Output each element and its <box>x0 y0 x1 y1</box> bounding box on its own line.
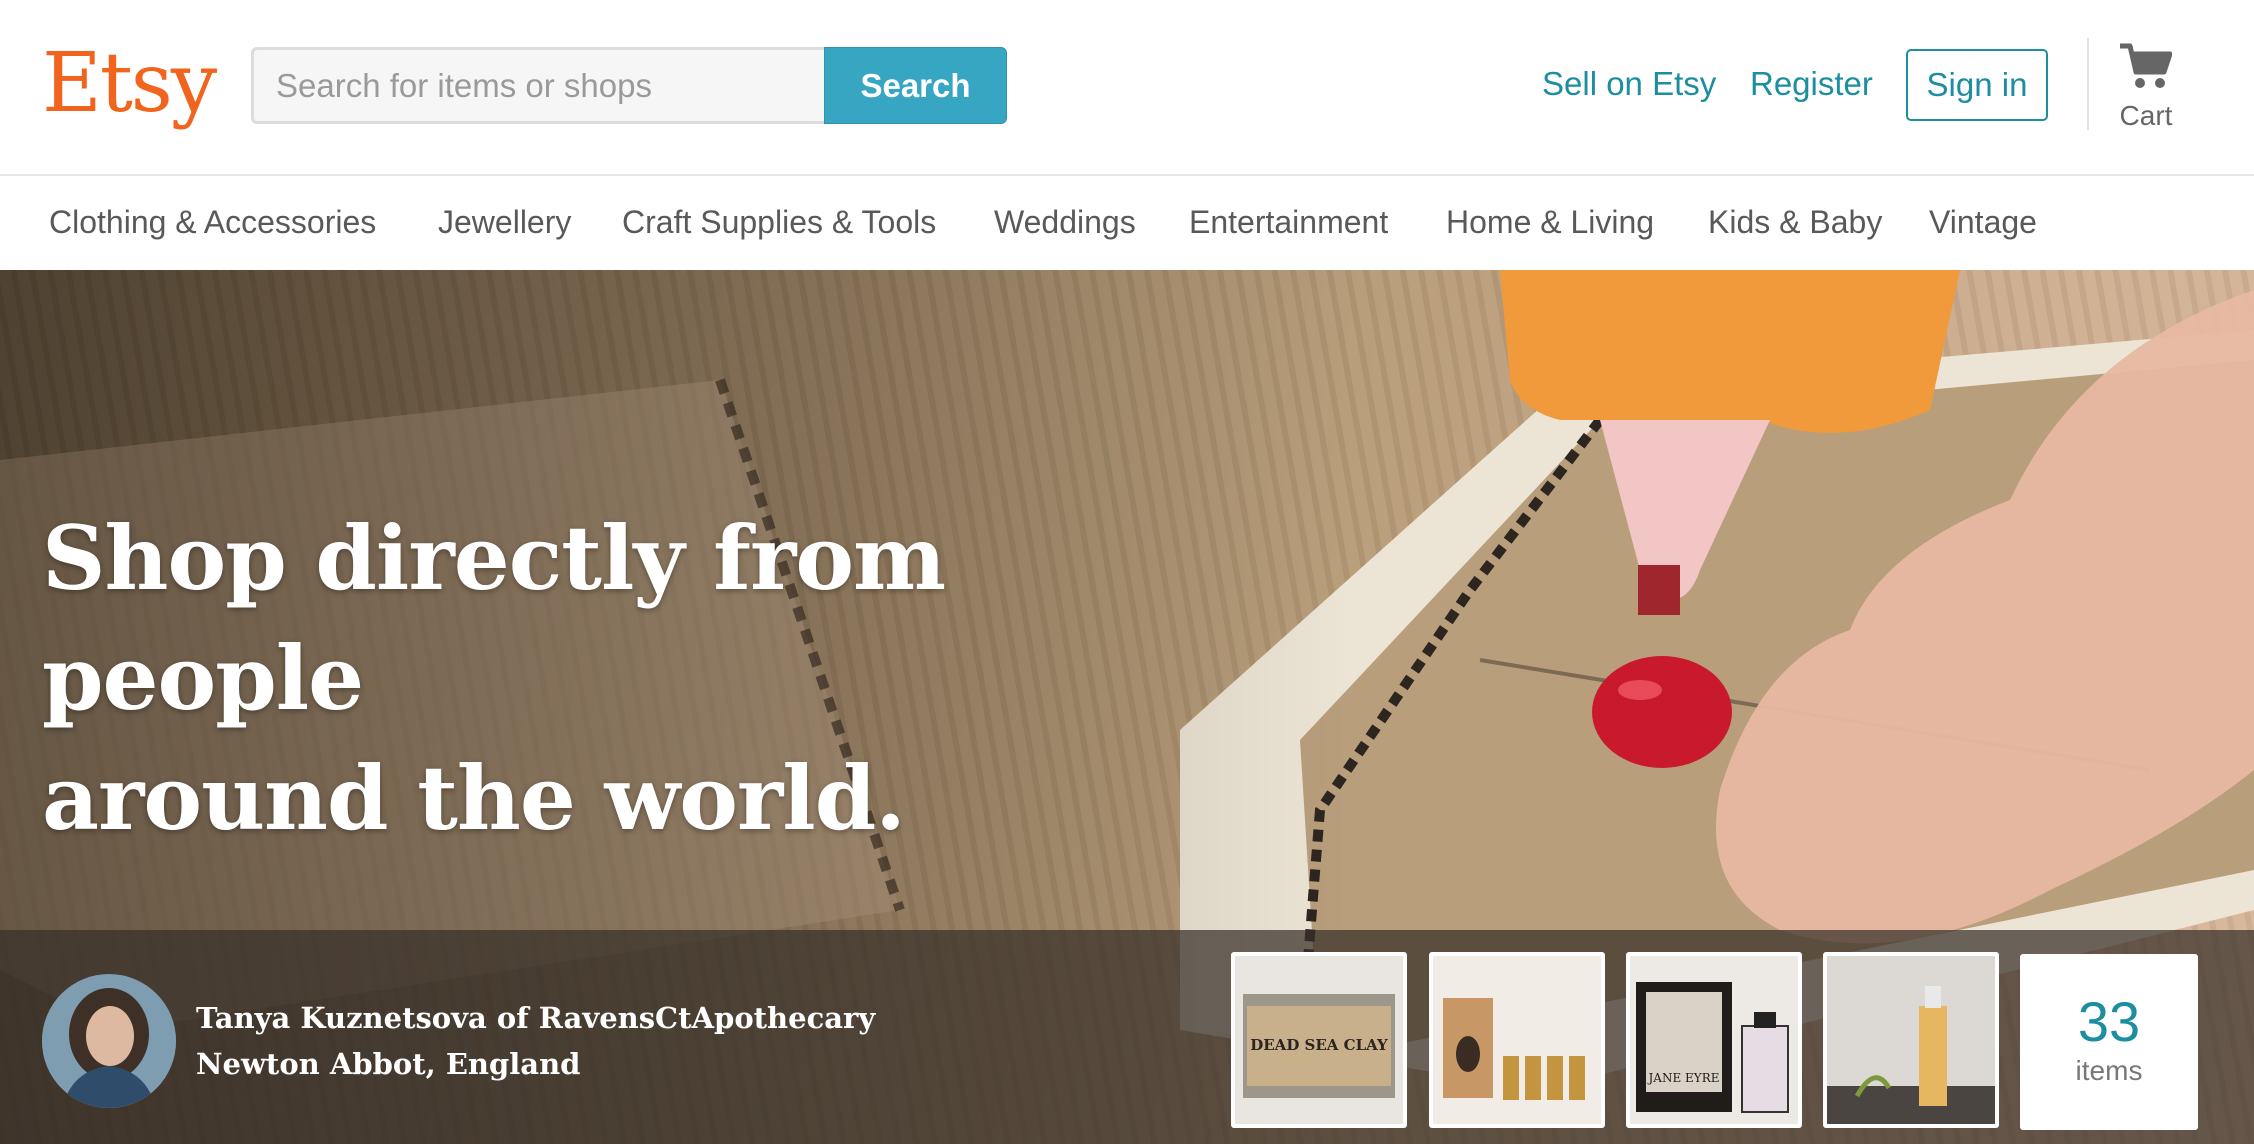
cart-icon <box>2120 43 2172 88</box>
nav-item-craft-supplies-tools[interactable]: Craft Supplies & Tools <box>622 202 936 242</box>
item-count: 33 <box>2077 990 2141 1053</box>
nav-item-vintage[interactable]: Vintage <box>1929 202 2037 242</box>
hero-headline-line2: around the world. <box>42 746 906 850</box>
cart-label: Cart <box>2119 100 2173 131</box>
nav-item-clothing-accessories[interactable]: Clothing & Accessories <box>49 202 376 242</box>
nav-item-weddings[interactable]: Weddings <box>994 202 1136 242</box>
hero-headline-line1: Shop directly from people <box>42 506 946 730</box>
search-input[interactable] <box>251 47 848 124</box>
nav-item-kids-baby[interactable]: Kids & Baby <box>1708 202 1882 242</box>
product-thumbnail-4[interactable] <box>1823 952 1999 1128</box>
seller-location: Newton Abbot, England <box>196 1047 581 1081</box>
product-thumbnail-1[interactable]: DEAD SEA CLAY <box>1231 952 1407 1128</box>
soap-bar-thumb-image: DEAD SEA CLAY <box>1235 956 1403 1124</box>
thumb-1-label: DEAD SEA CLAY <box>1250 1036 1388 1054</box>
item-count-label: items <box>2075 1055 2143 1086</box>
search-bar: Search <box>251 47 1007 124</box>
seller-avatar[interactable] <box>42 974 176 1108</box>
hero-headline: Shop directly from people around the wor… <box>42 498 1192 858</box>
sell-on-etsy-link[interactable]: Sell on Etsy <box>1542 62 1716 106</box>
etsy-logo[interactable]: Etsy <box>42 34 217 134</box>
product-thumbnail-2[interactable] <box>1429 952 1605 1128</box>
thumb-3-label: JANE EYRE <box>1646 1071 1719 1085</box>
nav-item-jewellery[interactable]: Jewellery <box>438 202 571 242</box>
item-count-box[interactable]: 33 items <box>2020 954 2198 1130</box>
jane-eyre-perfume-thumb-image: JANE EYRE <box>1630 956 1798 1124</box>
product-thumbnail-3[interactable]: JANE EYRE <box>1626 952 1802 1128</box>
nav-item-home-living[interactable]: Home & Living <box>1446 202 1654 242</box>
seller-portrait <box>42 974 176 1108</box>
sign-in-button[interactable]: Sign in <box>1906 49 2048 121</box>
category-nav: Clothing & Accessories Jewellery Craft S… <box>0 174 2254 270</box>
perfume-vials-thumb-image <box>1433 956 1601 1124</box>
site-header: Etsy Search Sell on Etsy Register Sign i… <box>0 0 2254 174</box>
seller-name[interactable]: Tanya Kuznetsova of RavensCtApothecary <box>196 998 875 1038</box>
oil-bottle-thumb-image <box>1827 956 1995 1124</box>
header-divider <box>2087 38 2089 130</box>
search-button[interactable]: Search <box>824 47 1007 124</box>
nav-item-entertainment[interactable]: Entertainment <box>1189 202 1388 242</box>
cart-button[interactable]: Cart <box>2108 38 2184 138</box>
register-link[interactable]: Register <box>1750 62 1873 106</box>
